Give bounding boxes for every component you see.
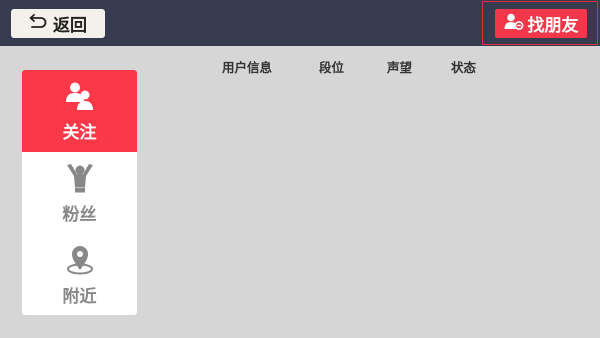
column-header-reputation: 声望 — [387, 60, 413, 75]
column-header-rank: 段位 — [319, 60, 345, 75]
top-bar: 返回 找朋友 — [0, 0, 600, 46]
column-header-status: 状态 — [451, 60, 477, 75]
add-user-icon — [504, 13, 524, 35]
sidebar-item-nearby[interactable]: 附近 — [22, 234, 137, 315]
sidebar-item-following[interactable]: 关注 — [22, 70, 137, 152]
sidebar-item-fans[interactable]: 粉丝 — [22, 152, 137, 234]
column-header-user-info: 用户信息 — [222, 60, 273, 75]
sidebar-item-label: 关注 — [62, 122, 97, 143]
back-button[interactable]: 返回 — [11, 9, 105, 38]
sidebar: 关注 粉丝 附近 — [22, 70, 137, 315]
find-friends-button[interactable]: 找朋友 — [495, 9, 587, 38]
two-people-icon — [64, 80, 96, 116]
back-button-label: 返回 — [53, 16, 87, 36]
find-friends-label: 找朋友 — [527, 16, 579, 36]
sidebar-item-label: 粉丝 — [62, 204, 97, 225]
find-friends-highlight: 找朋友 — [482, 1, 598, 45]
cheering-person-icon — [64, 162, 96, 198]
return-arrow-icon — [29, 13, 47, 34]
location-pin-icon — [64, 244, 96, 280]
sidebar-item-label: 附近 — [62, 286, 97, 307]
